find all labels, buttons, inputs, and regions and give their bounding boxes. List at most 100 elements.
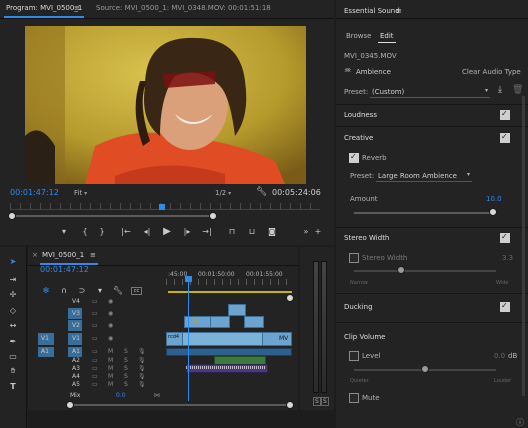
linked-select-icon[interactable]: ⊃ bbox=[76, 284, 88, 296]
creative-checkbox[interactable] bbox=[500, 132, 510, 143]
hamburger-icon[interactable]: ≡ bbox=[90, 251, 96, 259]
video-clip[interactable]: MV bbox=[262, 332, 292, 346]
level-value[interactable]: 0.0 bbox=[494, 352, 505, 360]
audio-clip[interactable] bbox=[166, 348, 292, 356]
mark-out-icon[interactable]: } bbox=[96, 225, 108, 237]
ducking-section-label[interactable]: Ducking bbox=[344, 303, 373, 311]
mute-toggle[interactable]: M bbox=[108, 348, 113, 355]
razor-tool-icon[interactable]: ◇ bbox=[7, 304, 19, 316]
video-clip[interactable] bbox=[244, 316, 264, 328]
amount-slider-handle[interactable] bbox=[489, 208, 498, 216]
stereo-width-slider-track[interactable] bbox=[354, 270, 496, 272]
stereo-width-checkbox[interactable] bbox=[500, 232, 510, 243]
solo-toggle[interactable]: S bbox=[124, 381, 128, 388]
add-button-icon[interactable]: + bbox=[312, 225, 324, 237]
tab-program[interactable]: Program: MVI_0500_1 bbox=[6, 4, 82, 12]
solo-toggle[interactable]: S bbox=[124, 365, 128, 372]
mic-icon[interactable]: 🎙︎ bbox=[138, 348, 146, 355]
level-checkbox[interactable] bbox=[349, 351, 359, 361]
fit-dropdown[interactable]: Fit bbox=[74, 189, 87, 197]
resolution-dropdown[interactable]: 1/2 bbox=[215, 189, 231, 197]
mark-in-icon[interactable]: { bbox=[79, 225, 91, 237]
video-preview[interactable] bbox=[25, 26, 306, 184]
program-current-timecode[interactable]: 00:01:47:12 bbox=[10, 188, 59, 197]
tab-essential-sound[interactable]: Essential Sound bbox=[344, 7, 400, 15]
delete-preset-icon[interactable]: 🗑︎ bbox=[512, 85, 523, 95]
pen-tool-icon[interactable]: ✒ bbox=[7, 335, 19, 347]
clip-volume-section-label[interactable]: Clip Volume bbox=[344, 333, 385, 341]
eye-icon[interactable]: ◉ bbox=[108, 322, 113, 329]
sync-lock-icon[interactable]: ▭ bbox=[92, 357, 98, 364]
save-preset-icon[interactable]: ⤓ bbox=[498, 85, 502, 95]
scroll-handle-left[interactable] bbox=[66, 401, 74, 409]
slip-tool-icon[interactable]: ↔ bbox=[7, 319, 19, 331]
step-forward-icon[interactable]: |▸ bbox=[181, 225, 193, 237]
close-icon[interactable]: × bbox=[32, 251, 38, 259]
add-marker-icon[interactable]: ▾ bbox=[58, 225, 70, 237]
sync-lock-icon[interactable]: ▭ bbox=[92, 310, 98, 317]
preset-dropdown[interactable]: (Custom) ▾ bbox=[370, 86, 490, 98]
solo-toggle[interactable]: S bbox=[124, 357, 128, 364]
hamburger-icon[interactable]: ≡ bbox=[396, 7, 402, 15]
timeline-clip-area[interactable]: fx rcd4 MV bbox=[166, 296, 292, 401]
stereo-width-slider-handle[interactable] bbox=[396, 266, 405, 274]
zoom-handle-right[interactable] bbox=[209, 212, 217, 220]
timeline-scroll-bar[interactable] bbox=[68, 404, 288, 406]
lift-icon[interactable]: ⊓ bbox=[226, 225, 238, 237]
hand-tool-icon[interactable]: ✋︎ bbox=[7, 365, 19, 377]
type-tool-icon[interactable]: T bbox=[7, 380, 19, 392]
eye-icon[interactable]: ◉ bbox=[108, 310, 113, 317]
sync-lock-icon[interactable]: ▭ bbox=[92, 381, 98, 388]
amount-value[interactable]: 10.0 bbox=[486, 195, 502, 203]
creative-section-label[interactable]: Creative bbox=[344, 134, 373, 142]
program-time-ruler[interactable] bbox=[10, 203, 320, 210]
play-icon[interactable]: ▶ bbox=[161, 225, 173, 237]
eye-icon[interactable]: ◉ bbox=[108, 298, 113, 305]
eye-icon[interactable]: ◉ bbox=[108, 335, 113, 342]
sync-lock-icon[interactable]: ▭ bbox=[92, 348, 98, 355]
solo-right-button[interactable]: S bbox=[321, 397, 329, 406]
program-zoom-bar[interactable] bbox=[12, 215, 212, 217]
work-area-bar[interactable] bbox=[168, 291, 292, 293]
stereo-width-value[interactable]: 3.3 bbox=[502, 254, 513, 262]
tab-source[interactable]: Source: MVI_0500_1: MVI_0348.MOV: 00:01:… bbox=[96, 4, 271, 12]
snap-icon[interactable]: ∩ bbox=[58, 284, 70, 296]
timeline-playhead-handle[interactable] bbox=[185, 276, 192, 282]
reverb-checkbox[interactable] bbox=[349, 152, 359, 163]
mute-toggle[interactable]: M bbox=[108, 381, 113, 388]
video-clip[interactable] bbox=[228, 304, 246, 316]
sync-lock-icon[interactable]: ▭ bbox=[92, 322, 98, 329]
hamburger-icon[interactable]: ≡ bbox=[74, 4, 80, 12]
captions-icon[interactable]: cc bbox=[131, 287, 142, 295]
go-to-out-icon[interactable]: →| bbox=[201, 225, 213, 237]
timeline-playhead[interactable] bbox=[188, 277, 189, 401]
zoom-handle-left[interactable] bbox=[8, 212, 16, 220]
scroll-handle-right[interactable] bbox=[286, 401, 294, 409]
tab-sequence[interactable]: MVI_0500_1 bbox=[42, 251, 84, 259]
ducking-checkbox[interactable] bbox=[500, 301, 510, 312]
mute-toggle[interactable]: M bbox=[108, 365, 113, 372]
sync-lock-icon[interactable]: ▭ bbox=[92, 373, 98, 380]
mic-icon[interactable]: 🎙︎ bbox=[138, 381, 146, 388]
button-editor-icon[interactable]: » bbox=[300, 225, 312, 237]
solo-left-button[interactable]: S bbox=[313, 397, 321, 406]
selection-tool-icon[interactable]: ➤ bbox=[7, 255, 19, 267]
amount-slider-track[interactable] bbox=[354, 212, 496, 214]
clear-audio-type-button[interactable]: Clear Audio Type bbox=[462, 68, 521, 76]
rectangle-tool-icon[interactable]: ▭ bbox=[7, 350, 19, 362]
stereo-width-sub-checkbox[interactable] bbox=[349, 253, 359, 263]
tab-edit[interactable]: Edit bbox=[380, 32, 394, 40]
sync-lock-icon[interactable]: ▭ bbox=[92, 298, 98, 305]
mic-icon[interactable]: 🎙︎ bbox=[138, 365, 146, 372]
level-slider-handle[interactable] bbox=[421, 365, 429, 373]
sync-lock-icon[interactable]: ▭ bbox=[92, 335, 98, 342]
step-back-icon[interactable]: ◂| bbox=[141, 225, 153, 237]
stereo-width-section-label[interactable]: Stereo Width bbox=[344, 234, 389, 242]
solo-toggle[interactable]: S bbox=[124, 373, 128, 380]
extract-icon[interactable]: ⊔ bbox=[246, 225, 258, 237]
wrench-icon[interactable]: 🔧︎ bbox=[256, 187, 267, 197]
mute-toggle[interactable]: M bbox=[108, 373, 113, 380]
export-frame-icon[interactable]: ◙ bbox=[266, 225, 278, 237]
mute-toggle[interactable]: M bbox=[108, 357, 113, 364]
mix-value[interactable]: 0.0 bbox=[116, 392, 126, 399]
